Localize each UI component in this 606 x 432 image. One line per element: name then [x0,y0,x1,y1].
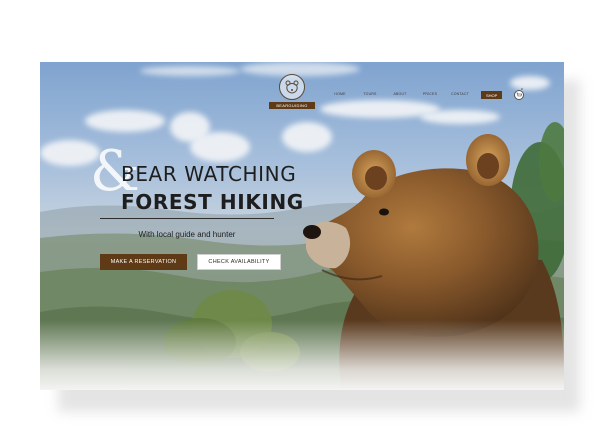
shop-button[interactable]: SHOP [481,91,503,99]
hero-subtitle: With local guide and hunter [138,230,236,239]
nav-item-prices[interactable]: PRICES [415,92,445,96]
nav-item-tours[interactable]: TOURS [355,92,385,96]
hero-title-line1: BEAR WATCHING [121,162,297,186]
hero-title-line2: FOREST HIKING [121,190,304,214]
page-canvas: BEARGUIDING HOME TOURS ABOUT PRICES CONT… [0,0,606,432]
cart-count-badge: 0 [521,87,523,91]
logo-text: BEARGUIDING [269,102,315,109]
cart-icon[interactable] [514,90,524,100]
bear-head-icon [279,74,305,100]
check-availability-button[interactable]: CHECK AVAILABILITY [197,254,281,270]
bottom-fade [40,320,564,390]
main-nav: HOME TOURS ABOUT PRICES CONTACT [325,92,475,96]
title-divider [100,218,274,219]
make-reservation-button[interactable]: MAKE A RESERVATION [100,254,187,270]
nav-item-about[interactable]: ABOUT [385,92,415,96]
brand-logo[interactable]: BEARGUIDING [269,74,315,109]
nav-item-home[interactable]: HOME [325,92,355,96]
website-mockup: BEARGUIDING HOME TOURS ABOUT PRICES CONT… [40,62,564,390]
nav-item-contact[interactable]: CONTACT [445,92,475,96]
